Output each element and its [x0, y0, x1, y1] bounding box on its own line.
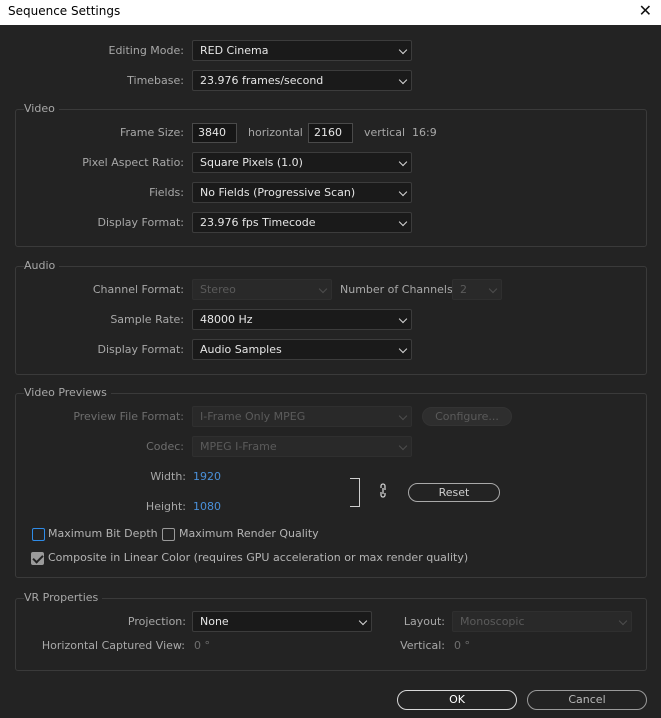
codec-dropdown[interactable]: MPEG I-Frame: [192, 436, 412, 457]
num-channels-label: Number of Channels:: [340, 283, 457, 296]
timebase-value: 23.976 frames/second: [200, 74, 324, 87]
frame-size-label: Frame Size:: [119, 126, 184, 139]
frame-width-input[interactable]: 3840: [192, 123, 237, 143]
vr-properties-group: [15, 598, 647, 671]
codec-value: MPEG I-Frame: [200, 440, 277, 453]
timebase-label: Timebase:: [127, 74, 184, 87]
preview-width-value[interactable]: 1920: [193, 470, 221, 483]
video-previews-group-label: Video Previews: [24, 386, 111, 399]
preview-file-format-value: I-Frame Only MPEG: [200, 410, 306, 423]
chevron-down-icon: [398, 217, 408, 227]
editing-mode-dropdown[interactable]: RED Cinema: [192, 40, 412, 61]
num-channels-dropdown[interactable]: 2: [452, 279, 502, 300]
audio-display-format-dropdown[interactable]: Audio Samples: [192, 339, 412, 360]
fields-label: Fields:: [149, 186, 184, 199]
chevron-down-icon: [318, 284, 328, 294]
preview-file-format-label: Preview File Format:: [73, 410, 184, 423]
chevron-down-icon: [398, 314, 408, 324]
max-render-quality-label: Maximum Render Quality: [179, 527, 319, 540]
preview-file-format-dropdown[interactable]: I-Frame Only MPEG: [192, 406, 412, 427]
codec-label: Codec:: [146, 440, 184, 453]
video-display-format-label: Display Format:: [97, 216, 184, 229]
max-render-quality-checkbox[interactable]: [162, 528, 175, 541]
chevron-down-icon: [358, 616, 368, 626]
sample-rate-label: Sample Rate:: [110, 313, 184, 326]
cancel-button[interactable]: Cancel: [527, 690, 647, 710]
channel-format-label: Channel Format:: [92, 283, 184, 296]
pixel-aspect-value: Square Pixels (1.0): [200, 156, 303, 169]
chevron-down-icon: [398, 187, 408, 197]
aspect-ratio-text: 16:9: [412, 126, 437, 139]
audio-display-format-value: Audio Samples: [200, 343, 282, 356]
projection-label: Projection:: [127, 615, 186, 628]
window-title: Sequence Settings: [8, 4, 121, 18]
audio-display-format-label: Display Format:: [97, 343, 184, 356]
pixel-aspect-dropdown[interactable]: Square Pixels (1.0): [192, 152, 412, 173]
preview-width-label: Width:: [150, 470, 186, 483]
layout-dropdown[interactable]: Monoscopic: [452, 611, 632, 632]
pixel-aspect-label: Pixel Aspect Ratio:: [82, 156, 184, 169]
frame-height-input[interactable]: 2160: [308, 123, 353, 143]
projection-value: None: [200, 615, 229, 628]
title-bar: Sequence Settings ✕: [0, 0, 661, 25]
chevron-down-icon: [398, 441, 408, 451]
max-bit-depth-label: Maximum Bit Depth: [48, 527, 158, 540]
horizontal-label: horizontal: [248, 126, 303, 139]
video-display-format-dropdown[interactable]: 23.976 fps Timecode: [192, 212, 412, 233]
linear-color-checkbox[interactable]: [31, 552, 44, 565]
layout-value: Monoscopic: [460, 615, 525, 628]
channel-format-value: Stereo: [200, 283, 236, 296]
editing-mode-label: Editing Mode:: [108, 44, 185, 57]
horizontal-captured-view-label: Horizontal Captured View:: [41, 639, 185, 652]
fields-dropdown[interactable]: No Fields (Progressive Scan): [192, 182, 412, 203]
timebase-dropdown[interactable]: 23.976 frames/second: [192, 70, 412, 91]
video-group-label: Video: [24, 102, 59, 115]
chevron-down-icon: [398, 411, 408, 421]
horizontal-captured-view-value[interactable]: 0 °: [194, 639, 210, 652]
linear-color-label: Composite in Linear Color (requires GPU …: [48, 551, 469, 564]
sample-rate-dropdown[interactable]: 48000 Hz: [192, 309, 412, 330]
link-chain-icon[interactable]: [378, 483, 388, 499]
num-channels-value: 2: [460, 283, 467, 296]
preview-height-value[interactable]: 1080: [193, 500, 221, 513]
chevron-down-icon: [398, 45, 408, 55]
chevron-down-icon: [488, 284, 498, 294]
configure-button[interactable]: Configure...: [422, 407, 512, 426]
chevron-down-icon: [398, 344, 408, 354]
vr-vertical-label: Vertical:: [400, 639, 445, 652]
preview-height-label: Height:: [145, 500, 186, 513]
layout-label: Layout:: [403, 615, 445, 628]
dimension-link-bracket: [350, 478, 360, 507]
chevron-down-icon: [398, 75, 408, 85]
sample-rate-value: 48000 Hz: [200, 313, 253, 326]
vertical-label: vertical: [364, 126, 406, 139]
vr-vertical-value[interactable]: 0 °: [454, 639, 470, 652]
projection-dropdown[interactable]: None: [192, 611, 372, 632]
reset-button[interactable]: Reset: [408, 483, 500, 502]
fields-value: No Fields (Progressive Scan): [200, 186, 356, 199]
vr-properties-group-label: VR Properties: [24, 591, 103, 604]
close-icon[interactable]: ✕: [639, 1, 652, 20]
audio-group-label: Audio: [24, 259, 60, 272]
ok-button[interactable]: OK: [397, 690, 517, 710]
chevron-down-icon: [618, 616, 628, 626]
editing-mode-value: RED Cinema: [200, 44, 269, 57]
video-display-format-value: 23.976 fps Timecode: [200, 216, 316, 229]
chevron-down-icon: [398, 157, 408, 167]
max-bit-depth-checkbox[interactable]: [32, 528, 45, 541]
channel-format-dropdown[interactable]: Stereo: [192, 279, 332, 300]
